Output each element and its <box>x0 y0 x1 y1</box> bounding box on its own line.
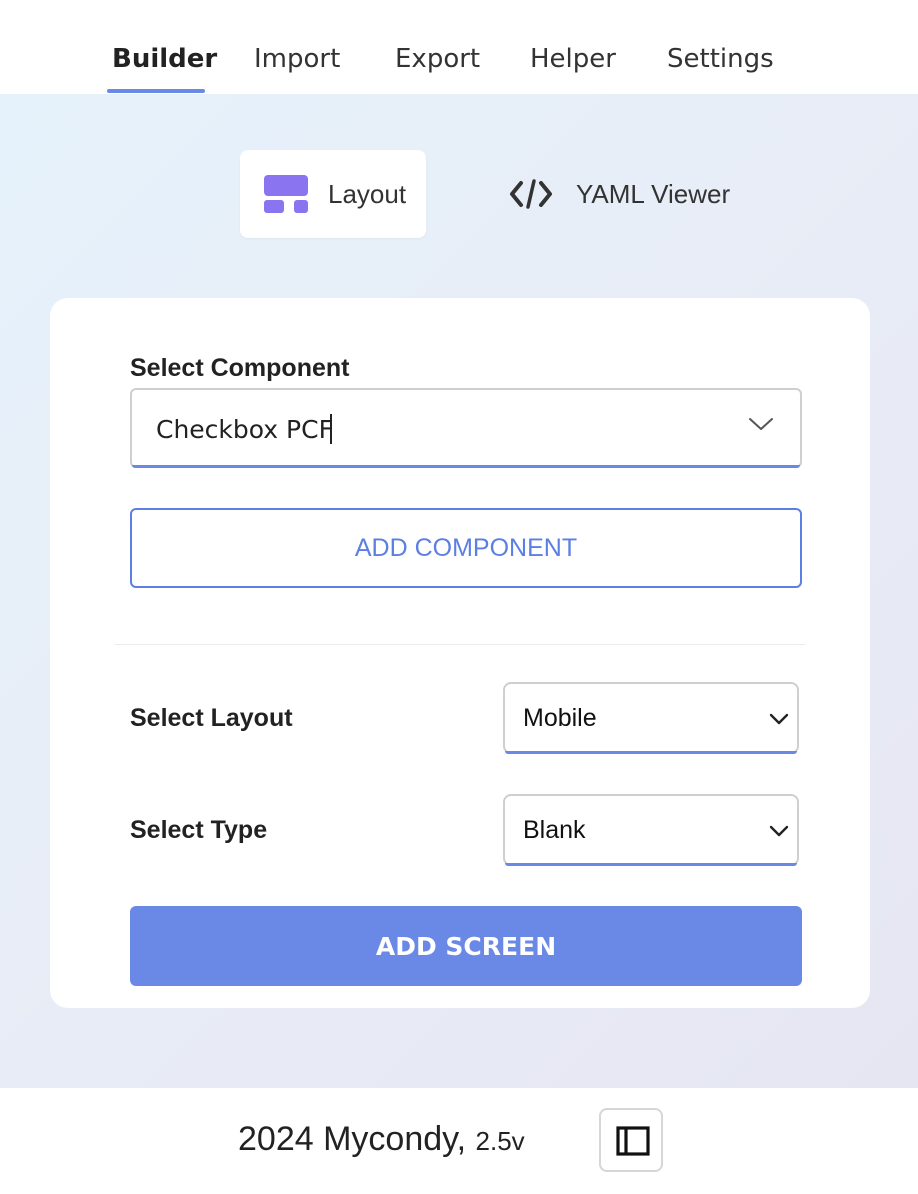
code-icon <box>510 179 552 209</box>
select-focus-underline <box>505 751 797 754</box>
combobox-focus-underline <box>132 465 800 468</box>
yaml-viewer-button[interactable]: YAML Viewer <box>508 150 748 238</box>
select-type-label: Select Type <box>130 816 268 844</box>
tab-import[interactable]: Import <box>254 44 340 74</box>
top-navigation: Builder Import Export Helper Settings <box>0 0 918 94</box>
layout-view-label: Layout <box>328 178 407 209</box>
chevron-down-icon <box>769 824 789 843</box>
select-component-label: Select Component <box>130 354 350 382</box>
layout-select[interactable]: Mobile <box>503 682 799 754</box>
chevron-down-icon[interactable] <box>748 416 774 437</box>
component-combobox-value: Checkbox PCF <box>156 414 333 444</box>
footer: 2024 Mycondy, 2.5v <box>0 1088 918 1194</box>
tab-export[interactable]: Export <box>395 44 480 74</box>
section-divider <box>115 644 805 645</box>
text-caret <box>329 414 332 444</box>
footer-copyright-text: 2024 Mycondy, <box>238 1120 467 1158</box>
component-value-text: Checkbox PCF <box>156 415 333 444</box>
select-layout-label: Select Layout <box>130 704 293 732</box>
add-component-button[interactable]: ADD COMPONENT <box>130 508 802 588</box>
layout-icon <box>264 175 308 213</box>
main-content: Layout YAML Viewer Select Component Chec… <box>0 94 918 1088</box>
sidebar-toggle-button[interactable] <box>599 1108 663 1172</box>
active-tab-indicator <box>107 89 205 93</box>
layout-view-button[interactable]: Layout <box>240 150 426 238</box>
builder-card: Select Component Checkbox PCF ADD COMPON… <box>50 298 870 1008</box>
yaml-viewer-label: YAML Viewer <box>576 178 731 209</box>
sidebar-toggle-icon <box>616 1126 650 1156</box>
tab-builder[interactable]: Builder <box>112 44 217 74</box>
type-select[interactable]: Blank <box>503 794 799 866</box>
select-focus-underline <box>505 863 797 866</box>
tab-helper[interactable]: Helper <box>530 44 616 74</box>
footer-version: 2.5v <box>475 1126 525 1156</box>
component-combobox[interactable]: Checkbox PCF <box>130 388 802 468</box>
layout-select-value: Mobile <box>523 704 597 732</box>
footer-copyright: 2024 Mycondy, 2.5v <box>238 1120 525 1159</box>
type-select-value: Blank <box>523 816 586 844</box>
tab-settings[interactable]: Settings <box>667 44 774 74</box>
add-screen-button[interactable]: ADD SCREEN <box>130 906 802 986</box>
chevron-down-icon <box>769 712 789 731</box>
